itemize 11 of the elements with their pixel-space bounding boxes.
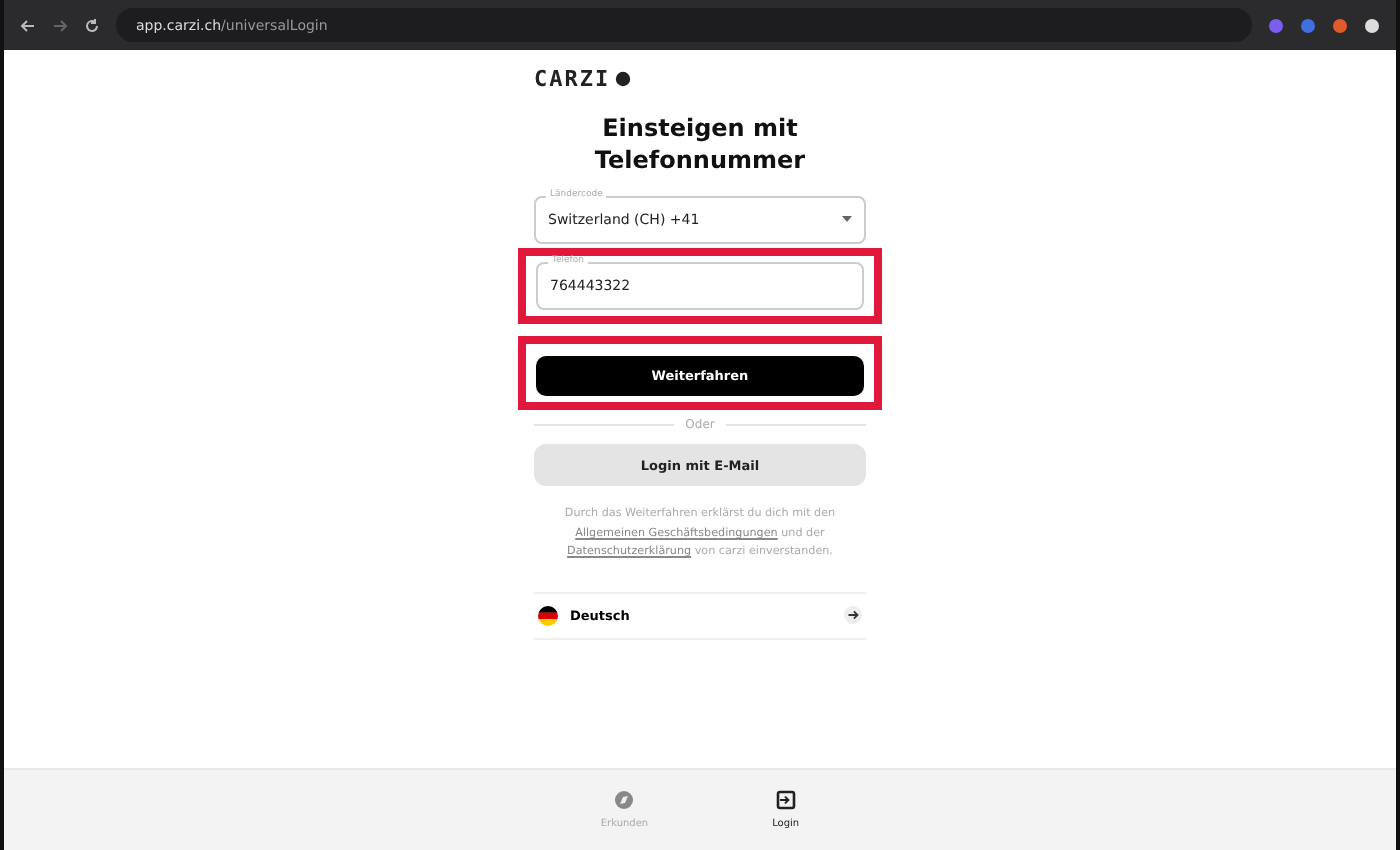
profile-icon[interactable] [1364,17,1380,33]
german-flag-icon [538,605,558,626]
forward-icon[interactable] [52,17,68,33]
page-title: Einsteigen mit Telefonnummer [592,112,808,177]
reload-icon[interactable] [84,17,100,33]
caret-icon [842,216,852,225]
compass-icon [614,790,635,810]
back-icon[interactable] [20,17,36,33]
arrow-right-icon [844,606,862,625]
login-icon [775,790,796,810]
carzi-logo: CARZI [534,66,633,92]
